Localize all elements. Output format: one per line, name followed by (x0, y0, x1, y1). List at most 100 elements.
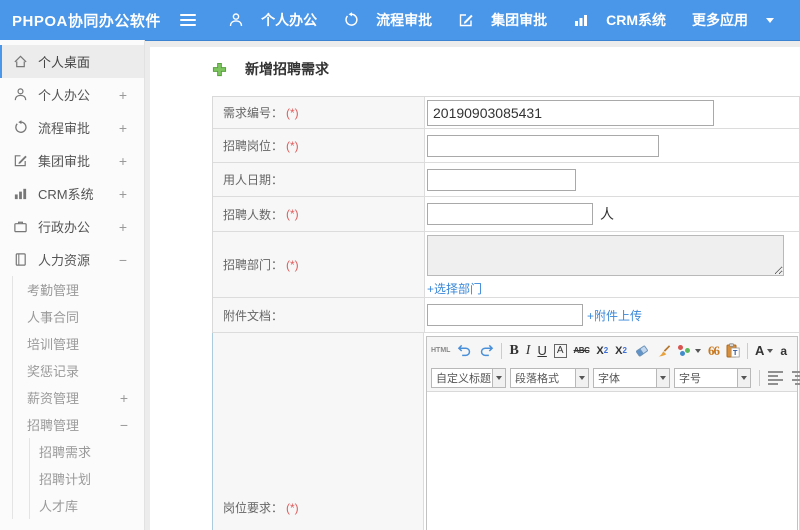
italic-button[interactable]: I (526, 343, 531, 359)
editor-content[interactable] (427, 392, 797, 530)
select-dropdown-button[interactable] (738, 367, 751, 388)
html-source-button[interactable]: HTML (431, 347, 450, 354)
field-label: 招聘人数： (223, 207, 284, 222)
background-color-button[interactable]: a (780, 344, 787, 358)
sidebar-item-human-resources[interactable]: 人力资源 − (0, 243, 144, 276)
form-row-request-number: 需求编号： (*) (213, 97, 799, 129)
sidebar-item-salary[interactable]: 薪资管理 + (13, 384, 144, 411)
expand-icon[interactable]: + (119, 153, 127, 169)
font-color-button[interactable]: A (754, 343, 774, 358)
sidebar-item-label: 个人桌面 (38, 55, 91, 70)
paragraph-format-select[interactable]: 段落格式 (510, 367, 589, 388)
sidebar-item-attendance[interactable]: 考勤管理 (13, 276, 144, 303)
align-center-button[interactable] (792, 370, 800, 385)
expand-icon[interactable]: + (119, 87, 127, 103)
required-marker: (*) (286, 500, 299, 515)
form-row-department: 招聘部门： (*) +选择部门 (213, 232, 799, 298)
sidebar-item-label: 招聘计划 (39, 472, 92, 487)
sidebar-item-label: 集团审批 (38, 154, 91, 169)
sidebar-item-hr-contract[interactable]: 人事合同 (13, 303, 144, 330)
position-input[interactable] (427, 134, 659, 157)
sidebar-item-label: 行政办公 (38, 220, 91, 235)
blockquote-button[interactable]: 66 (708, 343, 720, 359)
choose-department-link[interactable]: +选择部门 (427, 280, 482, 297)
sidebar-item-rewards[interactable]: 奖惩记录 (13, 357, 144, 384)
page-title: 新增招聘需求 (245, 61, 329, 77)
field-value-cell (425, 97, 799, 128)
sidebar-item-label: 培训管理 (27, 337, 80, 352)
attachment-upload-link[interactable]: +附件上传 (587, 307, 642, 324)
strikethrough-button[interactable]: ABC (574, 346, 590, 355)
redo-icon[interactable] (479, 344, 494, 358)
field-label-cell: 招聘部门： (*) (213, 232, 425, 297)
required-marker: (*) (286, 257, 299, 272)
paste-icon[interactable]: T (726, 343, 740, 358)
sidebar-item-training[interactable]: 培训管理 (13, 330, 144, 357)
underline-button[interactable]: U (537, 343, 546, 358)
form-row-position: 招聘岗位： (*) (213, 129, 799, 163)
font-size-select[interactable]: 字号 (674, 367, 751, 388)
field-value-cell (425, 163, 799, 196)
department-textarea[interactable] (427, 235, 784, 276)
field-value-cell: HTML B I U A ABC X 2 X 2 66 T A a 自定义标题 … (424, 333, 800, 530)
font-family-select[interactable]: 字体 (593, 367, 670, 388)
field-value-cell: +附件上传 (425, 298, 799, 332)
hamburger-menu-icon[interactable] (180, 14, 197, 26)
select-dropdown-button[interactable] (576, 367, 589, 388)
collapse-icon[interactable]: − (120, 417, 128, 433)
superscript-button[interactable]: X2 (596, 345, 608, 357)
sidebar-item-workflow-approval[interactable]: 流程审批 + (0, 111, 144, 144)
rich-text-editor: HTML B I U A ABC X 2 X 2 66 T A a 自定义标题 … (426, 336, 800, 530)
highlight-color-button[interactable] (677, 344, 701, 357)
request-number-input[interactable] (427, 99, 714, 126)
attachment-input[interactable] (427, 304, 583, 326)
sidebar-item-personal-desktop[interactable]: 个人桌面 (0, 45, 144, 78)
sidebar-item-recruit-request[interactable]: 招聘需求 (30, 438, 144, 465)
char-border-button[interactable]: A (553, 343, 567, 358)
select-dropdown-button[interactable] (657, 367, 670, 388)
topnav-label: 集团审批 (491, 12, 548, 28)
format-brush-icon[interactable] (657, 344, 671, 358)
topnav-group-approval[interactable]: 集团审批 (458, 10, 547, 30)
sidebar-item-personal-office[interactable]: 个人办公 + (0, 78, 144, 111)
edit-icon (458, 12, 475, 28)
hire-date-input[interactable] (427, 168, 576, 191)
sidebar-item-label: CRM系统 (38, 187, 94, 202)
expand-icon[interactable]: + (120, 390, 128, 406)
eraser-icon[interactable] (634, 344, 650, 358)
sidebar-item-crm-system[interactable]: CRM系统 + (0, 177, 144, 210)
caret-down-icon (766, 17, 774, 23)
topnav-personal-office[interactable]: 个人办公 (228, 10, 317, 30)
topnav-workflow-approval[interactable]: 流程审批 (343, 10, 432, 30)
editor-toolbar-row2: 自定义标题 段落格式 字体 字号 (431, 364, 800, 391)
undo-icon[interactable] (457, 344, 472, 358)
custom-heading-select[interactable]: 自定义标题 (431, 367, 506, 388)
subscript-button[interactable]: X2 (615, 345, 627, 357)
select-dropdown-button[interactable] (493, 367, 506, 388)
caret-down-icon (579, 375, 585, 380)
sidebar-item-talent-pool[interactable]: 人才库 (30, 492, 144, 519)
sidebar-item-admin-office[interactable]: 行政办公 + (0, 210, 144, 243)
align-left-button[interactable] (768, 370, 783, 385)
topnav-crm-system[interactable]: CRM系统 (573, 10, 666, 30)
field-value-cell (425, 129, 799, 162)
expand-icon[interactable]: + (119, 120, 127, 136)
topnav-more-apps[interactable]: 更多应用 (692, 10, 774, 30)
sidebar: 个人桌面 个人办公 + 流程审批 + 集团审批 + CRM系统 + 行政办公 + (0, 40, 145, 530)
bold-button[interactable]: B (509, 343, 518, 359)
sidebar-item-label: 考勤管理 (27, 283, 80, 298)
collapse-icon[interactable]: + (119, 219, 127, 235)
sidebar-item-recruit-plan[interactable]: 招聘计划 (30, 465, 144, 492)
headcount-input[interactable] (427, 203, 593, 225)
collapse-icon[interactable]: − (119, 252, 127, 268)
sidebar-item-label: 流程审批 (38, 121, 91, 136)
plus-icon (212, 62, 229, 77)
sidebar-item-group-approval[interactable]: 集团审批 + (0, 144, 144, 177)
caret-down-icon (741, 375, 747, 380)
editor-toolbar: HTML B I U A ABC X 2 X 2 66 T A a 自定义标题 … (427, 337, 800, 392)
sidebar-item-label: 人力资源 (38, 253, 91, 268)
color-palette-icon (677, 344, 692, 357)
font-color-letter: A (754, 343, 765, 358)
sidebar-item-recruitment[interactable]: 招聘管理 − (13, 411, 144, 438)
expand-icon[interactable]: + (119, 186, 127, 202)
